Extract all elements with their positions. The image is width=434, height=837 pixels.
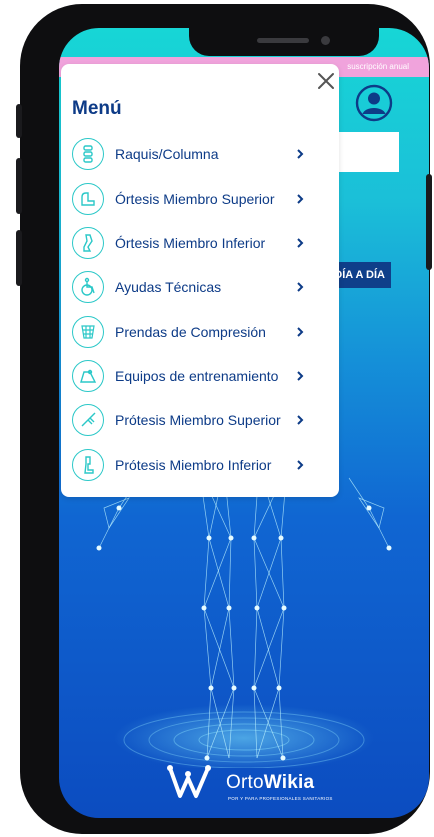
menu-item-label: Ayudas Técnicas [115, 279, 222, 295]
menu-title: Menú [72, 98, 122, 119]
ortowikia-logo: OrtoWikia POR Y PARA PROFESIONALES SANIT… [166, 764, 332, 808]
chevron-right-icon [297, 238, 304, 248]
logo-wordmark-light: Orto [226, 772, 264, 793]
phone-frame: suscripción anual DÍA A DÍA OrtoWikia PO… [20, 4, 430, 834]
menu-item-protesis-miembro-inferior[interactable]: Prótesis Miembro Inferior [72, 447, 322, 483]
logo-wordmark: OrtoWikia [226, 772, 314, 794]
side-menu: Menú Raquis/Columna Órtesis Miembro Supe… [61, 64, 339, 497]
silent-switch [16, 104, 22, 138]
chevron-right-icon [297, 327, 304, 337]
menu-item-raquis-columna[interactable]: Raquis/Columna [72, 136, 322, 172]
leg-prosthesis-icon [72, 449, 104, 481]
logo-wordmark-bold: Wikia [263, 772, 315, 793]
front-camera [321, 36, 330, 45]
power-button [426, 174, 432, 270]
menu-item-equipos-entrenamiento[interactable]: Equipos de entrenamiento [72, 358, 322, 394]
chevron-right-icon [297, 149, 304, 159]
menu-item-protesis-miembro-superior[interactable]: Prótesis Miembro Superior [72, 402, 322, 438]
arm-brace-icon [72, 183, 104, 215]
compression-garment-icon [72, 316, 104, 348]
menu-item-label: Prendas de Compresión [115, 324, 266, 340]
menu-item-label: Prótesis Miembro Inferior [115, 457, 272, 473]
leg-brace-icon [72, 227, 104, 259]
user-account-icon[interactable] [355, 84, 393, 122]
arm-prosthesis-icon [72, 404, 104, 436]
volume-down-button [16, 230, 22, 286]
chevron-right-icon [297, 282, 304, 292]
training-equipment-icon [72, 360, 104, 392]
spine-icon [72, 138, 104, 170]
app-screen: suscripción anual DÍA A DÍA OrtoWikia PO… [59, 28, 429, 818]
wheelchair-icon [72, 271, 104, 303]
chevron-right-icon [297, 460, 304, 470]
menu-item-ortesis-miembro-inferior[interactable]: Órtesis Miembro Inferior [72, 225, 322, 261]
chevron-right-icon [297, 371, 304, 381]
menu-item-label: Órtesis Miembro Superior [115, 191, 275, 207]
chevron-right-icon [297, 194, 304, 204]
search-input[interactable] [329, 132, 399, 172]
menu-item-label: Equipos de entrenamiento [115, 368, 279, 384]
ortowikia-logo-mark [167, 765, 211, 798]
menu-item-ayudas-tecnicas[interactable]: Ayudas Técnicas [72, 269, 322, 305]
promo-text: suscripción anual [347, 62, 409, 71]
menu-item-label: Raquis/Columna [115, 146, 219, 162]
volume-up-button [16, 158, 22, 214]
speaker-grille [257, 38, 309, 43]
chevron-right-icon [297, 415, 304, 425]
menu-item-label: Prótesis Miembro Superior [115, 412, 281, 428]
logo-tagline: POR Y PARA PROFESIONALES SANITARIOS [228, 796, 333, 801]
menu-item-prendas-compresion[interactable]: Prendas de Compresión [72, 314, 322, 350]
close-icon[interactable] [315, 70, 337, 92]
menu-item-ortesis-miembro-superior[interactable]: Órtesis Miembro Superior [72, 181, 322, 217]
menu-item-label: Órtesis Miembro Inferior [115, 235, 266, 251]
notch [189, 28, 379, 56]
